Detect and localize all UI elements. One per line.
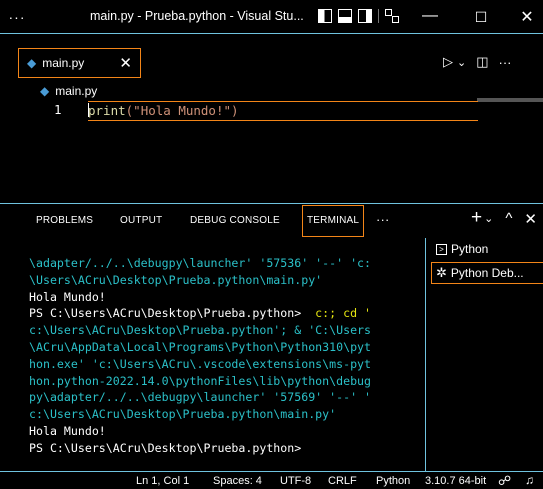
customize-layout-icon[interactable] xyxy=(385,9,399,23)
terminal-line: \Users\ACru\Desktop\Prueba.python\main.p… xyxy=(29,272,323,287)
maximize-panel-icon[interactable]: ^ xyxy=(505,210,512,229)
tab-debug-console[interactable]: DEBUG CONSOLE xyxy=(190,215,280,226)
code-arguments: ("Hola Mundo!") xyxy=(125,103,239,118)
code-editor[interactable]: 1 print("Hola Mundo!") xyxy=(0,98,543,202)
terminal-line: Hola Mundo! xyxy=(29,289,106,304)
close-panel-icon[interactable]: ✕ xyxy=(524,210,537,229)
terminal-line: py\adapter/../..\debugpy\launcher' '5756… xyxy=(29,390,372,405)
terminal-line: hon.python-2022.14.0\pythonFiles\lib\pyt… xyxy=(29,373,372,388)
minimap-slider[interactable] xyxy=(477,98,543,102)
terminal-item-python-debug[interactable]: ✲ Python Deb... xyxy=(431,262,543,284)
tab-output[interactable]: OUTPUT xyxy=(120,215,162,226)
code-function: print xyxy=(88,103,126,118)
terminal-line: \ACru\AppData\Local\Programs\Python\Pyth… xyxy=(29,339,372,354)
run-menu-chevron-icon[interactable]: ⌄ xyxy=(457,56,466,69)
terminal-line: \adapter/../..\debugpy\launcher' '57536'… xyxy=(29,256,372,270)
terminal-item-label: Python xyxy=(451,242,489,256)
line-number: 1 xyxy=(54,102,62,117)
divider xyxy=(378,9,379,23)
app-menu-button[interactable]: ··· xyxy=(0,9,34,25)
terminal-menu-chevron-icon[interactable]: ⌄ xyxy=(484,212,493,229)
run-icon[interactable]: ▷ xyxy=(443,54,453,70)
toggle-sidebar-icon[interactable] xyxy=(318,9,332,23)
terminal-prompt: PS C:\Users\ACru\Desktop\Prueba.python> xyxy=(29,440,302,455)
python-file-icon: ◆ xyxy=(27,56,37,70)
close-tab-icon[interactable]: ✕ xyxy=(119,54,132,72)
indentation-setting[interactable]: Spaces: 4 xyxy=(213,475,262,487)
toggle-secondary-sidebar-icon[interactable] xyxy=(358,9,372,23)
breadcrumb[interactable]: ◆ main.py xyxy=(40,84,97,98)
window-title: main.py - Prueba.python - Visual Stu... xyxy=(90,9,304,23)
terminal-line: PS C:\Users\ACru\Desktop\Prueba.python> … xyxy=(29,305,434,322)
terminal-icon: > xyxy=(436,243,447,255)
close-window-button[interactable]: ✕ xyxy=(515,7,539,27)
tab-label: main.py xyxy=(42,56,85,70)
split-editor-icon[interactable]: ◫ xyxy=(476,54,488,70)
status-bar: Ln 1, Col 1 Spaces: 4 UTF-8 CRLF Python … xyxy=(0,471,543,489)
layout-controls xyxy=(318,9,399,23)
terminal-list: > Python ✲ Python Deb... xyxy=(425,238,543,472)
panel-actions: + ⌄ ^ ✕ xyxy=(471,207,537,229)
terminal-line: hon.exe' 'c:\Users\ACru\.vscode\extensio… xyxy=(29,356,372,371)
toggle-panel-icon[interactable] xyxy=(338,9,352,23)
notifications-bell-icon[interactable]: ♫ xyxy=(525,473,534,487)
terminal-prompt: PS C:\Users\ACru\Desktop\Prueba.python> xyxy=(29,306,309,321)
editor-actions: ▷ ⌄ ◫ ··· xyxy=(443,54,512,70)
python-file-icon: ◆ xyxy=(40,84,50,98)
feedback-icon[interactable]: ☍ xyxy=(498,473,511,489)
encoding-setting[interactable]: UTF-8 xyxy=(280,475,311,487)
tab-problems[interactable]: PROBLEMS xyxy=(36,215,93,226)
tab-terminal[interactable]: TERMINAL xyxy=(302,205,365,237)
minimize-button[interactable]: — xyxy=(418,7,442,25)
terminal-command: c:; cd ' xyxy=(308,306,372,321)
eol-setting[interactable]: CRLF xyxy=(328,475,357,487)
new-terminal-icon[interactable]: + xyxy=(471,207,482,229)
terminal-item-python[interactable]: > Python xyxy=(436,242,488,256)
title-bar: ··· main.py - Prueba.python - Visual Stu… xyxy=(0,0,543,34)
cursor-position[interactable]: Ln 1, Col 1 xyxy=(136,475,189,487)
breadcrumb-file[interactable]: main.py xyxy=(55,84,97,98)
more-actions-icon[interactable]: ··· xyxy=(499,55,512,70)
editor-tab-bar: ◆ main.py ✕ ▷ ⌄ ◫ ··· xyxy=(0,35,543,79)
panel-tab-bar: PROBLEMS OUTPUT DEBUG CONSOLE TERMINAL ·… xyxy=(0,204,543,238)
debug-icon: ✲ xyxy=(436,265,447,280)
tab-main-py[interactable]: ◆ main.py ✕ xyxy=(18,48,141,78)
terminal-line: c:\Users\ACru\Desktop\Prueba.python'; & … xyxy=(29,323,372,338)
terminal-item-label: Python Deb... xyxy=(450,266,524,280)
language-mode[interactable]: Python xyxy=(376,475,410,487)
terminal-output[interactable]: \adapter/../..\debugpy\launcher' '57536'… xyxy=(29,255,434,457)
code-line[interactable]: print("Hola Mundo!") xyxy=(88,101,478,121)
terminal-line: Hola Mundo! xyxy=(29,423,106,438)
terminal-line: c:\Users\ACru\Desktop\Prueba.python\main… xyxy=(29,407,337,422)
python-interpreter[interactable]: 3.10.7 64-bit xyxy=(425,475,486,487)
panel-more-icon[interactable]: ··· xyxy=(376,212,390,227)
bottom-panel: PROBLEMS OUTPUT DEBUG CONSOLE TERMINAL ·… xyxy=(0,203,543,472)
maximize-button[interactable]: ☐ xyxy=(469,9,493,26)
